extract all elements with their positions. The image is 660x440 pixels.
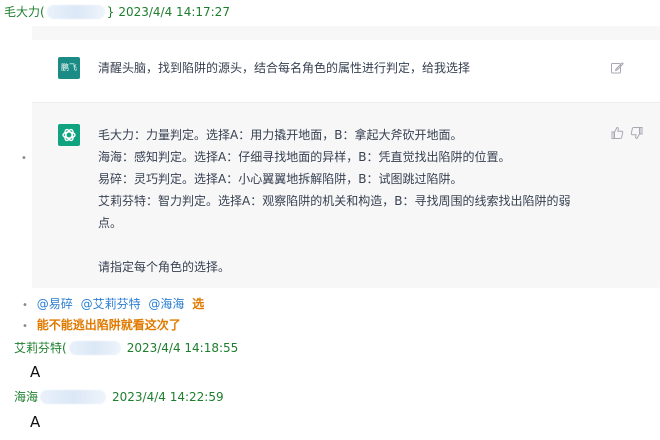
bullet-dot: • <box>22 321 28 332</box>
message-body: A <box>30 363 41 381</box>
timestamp: 2023/4/4 14:17:27 <box>118 5 230 19</box>
answer-line: 毛大力：力量判定。选择A：用力撬开地面，B：拿起大斧砍开地面。 <box>98 128 463 142</box>
mention-link[interactable]: @海海 <box>148 297 184 311</box>
followup-line: • 能不能逃出陷阱就看这次了 <box>22 316 181 336</box>
answer-spacer <box>98 234 598 256</box>
edit-icon[interactable] <box>610 61 624 75</box>
sender-name[interactable]: 海海 <box>14 389 38 405</box>
chat-window: 毛大力 ( } 2023/4/4 14:17:27 鹏飞 清醒头脑，找到陷阱的源… <box>0 0 660 440</box>
sender-name[interactable]: 艾莉芬特 <box>14 340 62 356</box>
message-header: 艾莉芬特 ( 2023/4/4 14:18:55 <box>14 340 238 356</box>
answer-line: 点。 <box>98 216 123 230</box>
bullet-dot: • <box>21 153 27 164</box>
thumbs-up-icon[interactable] <box>610 126 624 140</box>
sender-paren: ( <box>40 5 45 19</box>
timestamp: 2023/4/4 14:18:55 <box>126 341 239 355</box>
chatgpt-screenshot: 鹏飞 清醒头脑，找到陷阱的源头，结合每名角色的属性进行判定，给我选择 毛大力：力… <box>32 26 660 288</box>
answer-line: 易碎：灵巧判定。选择A：小心翼翼地拆解陷阱，B：试图跳过陷阱。 <box>98 172 463 186</box>
answer-line: 请指定每个角色的选择。 <box>98 260 231 274</box>
bullet-dot: • <box>22 300 28 311</box>
answer-line: 艾莉芬特：智力判定。选择A：观察陷阱的机关和构造，B：寻找周围的线索找出陷阱的弱 <box>98 194 571 208</box>
mention-link[interactable]: @艾莉芬特 <box>81 297 141 311</box>
question-text: 清醒头脑，找到陷阱的源头，结合每名角色的属性进行判定，给我选择 <box>98 61 471 75</box>
redacted-id <box>46 5 105 19</box>
sender-paren: ( <box>62 341 67 355</box>
mention-action-text: 选 <box>192 297 205 311</box>
mention-line: • @易碎 @艾莉芬特 @海海 选 <box>22 295 204 315</box>
message-header: 毛大力 ( } 2023/4/4 14:17:27 <box>4 4 230 20</box>
thumbs-down-icon[interactable] <box>630 126 644 140</box>
chatgpt-logo-icon <box>58 124 80 146</box>
user-avatar: 鹏飞 <box>58 57 80 79</box>
answer-text: 毛大力：力量判定。选择A：用力撬开地面，B：拿起大斧砍开地面。 海海：感知判定。… <box>98 124 598 278</box>
sender-trail: } <box>106 5 115 19</box>
followup-text: 能不能逃出陷阱就看这次了 <box>36 318 181 332</box>
sender-name[interactable]: 毛大力 <box>4 4 40 20</box>
redacted-id <box>68 341 121 355</box>
answer-line: 海海：感知判定。选择A：仔细寻找地面的异样，B：凭直觉找出陷阱的位置。 <box>98 150 511 164</box>
timestamp: 2023/4/4 14:22:59 <box>112 390 224 404</box>
redacted-id <box>40 390 107 404</box>
mention-link[interactable]: @易碎 <box>37 297 73 311</box>
message-header: 海海 2023/4/4 14:22:59 <box>14 389 224 405</box>
message-body: A <box>30 413 41 431</box>
